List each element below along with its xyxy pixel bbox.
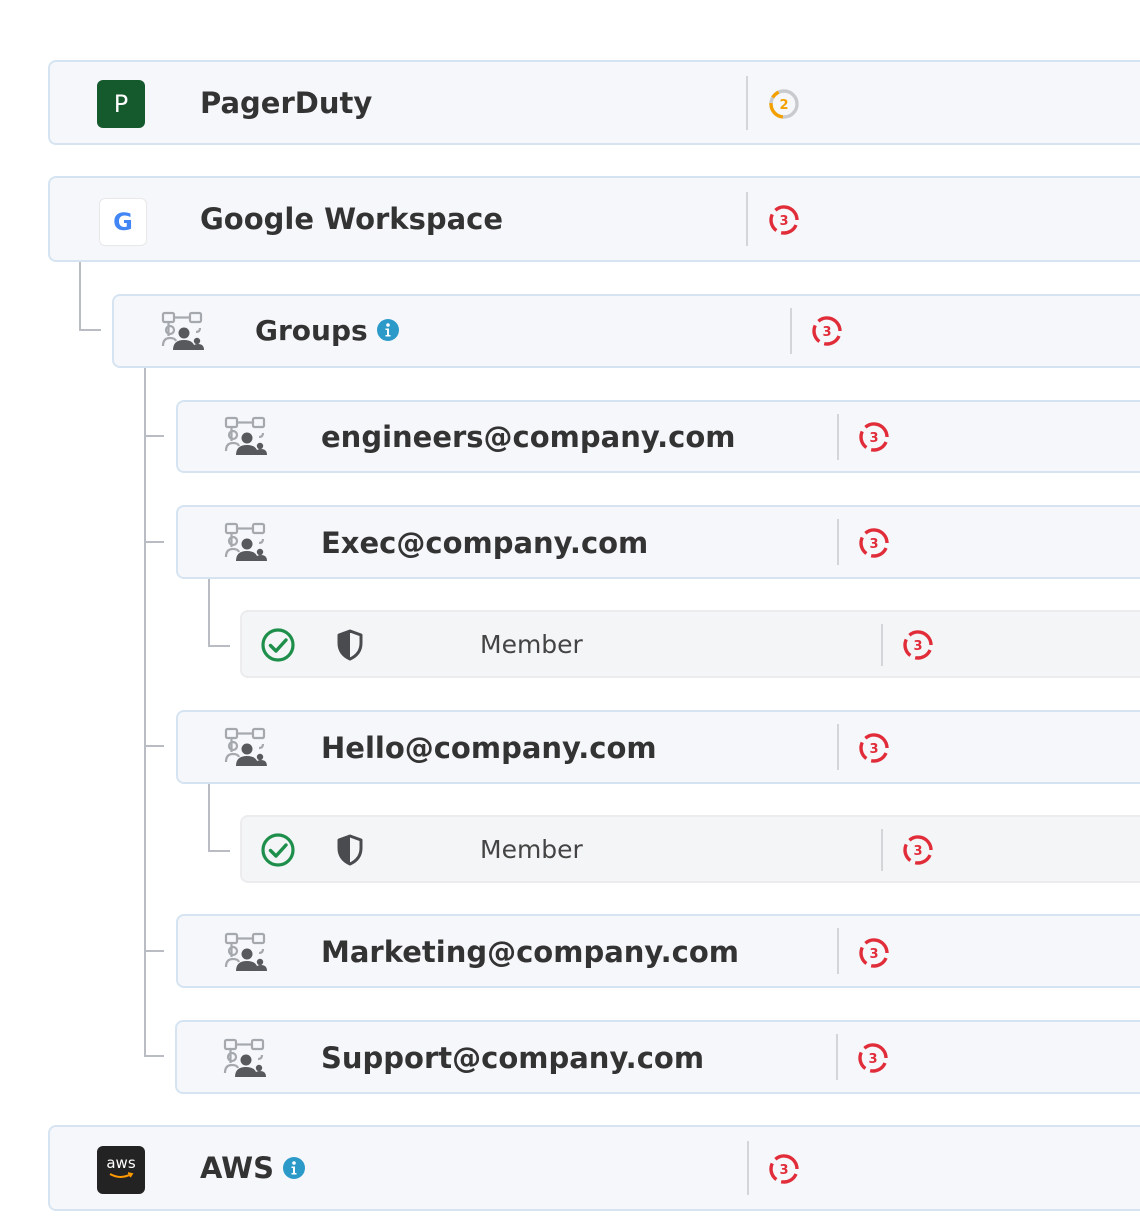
google-logo: G — [99, 198, 147, 246]
role-label: Member — [480, 630, 583, 659]
status-badge-red-icon — [809, 313, 845, 349]
group-users-icon — [223, 726, 271, 770]
group-users-icon — [223, 931, 271, 975]
column-divider — [881, 624, 883, 666]
group-users-icon — [223, 521, 271, 565]
tree-line-hello-branch — [208, 850, 230, 852]
member-row-exec[interactable]: Member — [240, 610, 1140, 678]
column-divider — [746, 76, 748, 130]
tree-line-google — [79, 262, 81, 330]
tree-line-exec — [208, 579, 210, 647]
status-badge-red-icon — [856, 419, 892, 455]
info-icon[interactable] — [376, 318, 400, 342]
column-divider — [837, 928, 839, 974]
tree-line-branch-support — [144, 1055, 164, 1057]
group-email: Hello@company.com — [321, 731, 657, 765]
role-label: Member — [480, 835, 583, 864]
group-row-exec[interactable]: Exec@company.com — [176, 505, 1140, 579]
group-email: Support@company.com — [321, 1041, 705, 1075]
groups-title: Groups — [255, 312, 400, 348]
group-email: Marketing@company.com — [321, 935, 740, 969]
column-divider — [836, 1034, 838, 1080]
aws-logo: aws — [97, 1146, 145, 1194]
group-users-icon — [223, 415, 271, 459]
tree-node-groups[interactable]: Groups — [112, 294, 1140, 368]
group-email: engineers@company.com — [321, 420, 736, 454]
integration-name: Google Workspace — [200, 202, 504, 236]
column-divider — [837, 519, 839, 565]
integration-row-aws[interactable]: aws AWS — [48, 1125, 1140, 1211]
status-badge-red-icon — [900, 627, 936, 663]
pagerduty-logo: P — [97, 80, 145, 128]
tree-line-exec-branch — [208, 645, 230, 647]
group-row-support[interactable]: Support@company.com — [175, 1020, 1140, 1094]
group-row-engineers[interactable]: engineers@company.com — [176, 400, 1140, 473]
status-badge-orange-icon — [766, 86, 802, 122]
status-badge-red-icon — [855, 1040, 891, 1076]
integration-row-pagerduty[interactable]: P PagerDuty — [48, 60, 1140, 145]
tree-line-google-branch — [79, 329, 101, 331]
column-divider — [881, 829, 883, 871]
column-divider — [746, 192, 748, 246]
column-divider — [790, 308, 792, 354]
integration-name: PagerDuty — [200, 86, 373, 120]
member-row-hello[interactable]: Member — [240, 815, 1140, 883]
status-badge-red-icon — [766, 202, 802, 238]
group-row-hello[interactable]: Hello@company.com — [176, 710, 1140, 784]
group-email: Exec@company.com — [321, 526, 649, 560]
tree-line-branch-engineers — [144, 435, 164, 437]
group-row-marketing[interactable]: Marketing@company.com — [176, 914, 1140, 988]
column-divider — [837, 724, 839, 770]
tree-line-groups — [144, 368, 146, 1057]
column-divider — [747, 1141, 749, 1195]
tree-line-branch-marketing — [144, 950, 164, 952]
integration-row-google-workspace[interactable]: G Google Workspace — [48, 176, 1140, 262]
status-badge-red-icon — [856, 525, 892, 561]
info-icon[interactable] — [282, 1156, 306, 1180]
tree-line-hello — [208, 784, 210, 852]
check-circle-icon — [260, 832, 296, 868]
aws-smile-icon — [109, 1172, 134, 1178]
shield-icon — [336, 834, 364, 866]
tree-line-branch-hello — [144, 745, 164, 747]
status-badge-red-icon — [766, 1151, 802, 1187]
integration-name: AWS — [200, 1149, 306, 1187]
column-divider — [837, 414, 839, 460]
status-badge-red-icon — [900, 832, 936, 868]
tree-line-branch-exec — [144, 541, 164, 543]
status-badge-red-icon — [856, 730, 892, 766]
status-badge-red-icon — [856, 935, 892, 971]
group-users-icon — [222, 1037, 270, 1081]
group-users-icon — [160, 310, 208, 354]
shield-icon — [336, 629, 364, 661]
check-circle-icon — [260, 627, 296, 663]
